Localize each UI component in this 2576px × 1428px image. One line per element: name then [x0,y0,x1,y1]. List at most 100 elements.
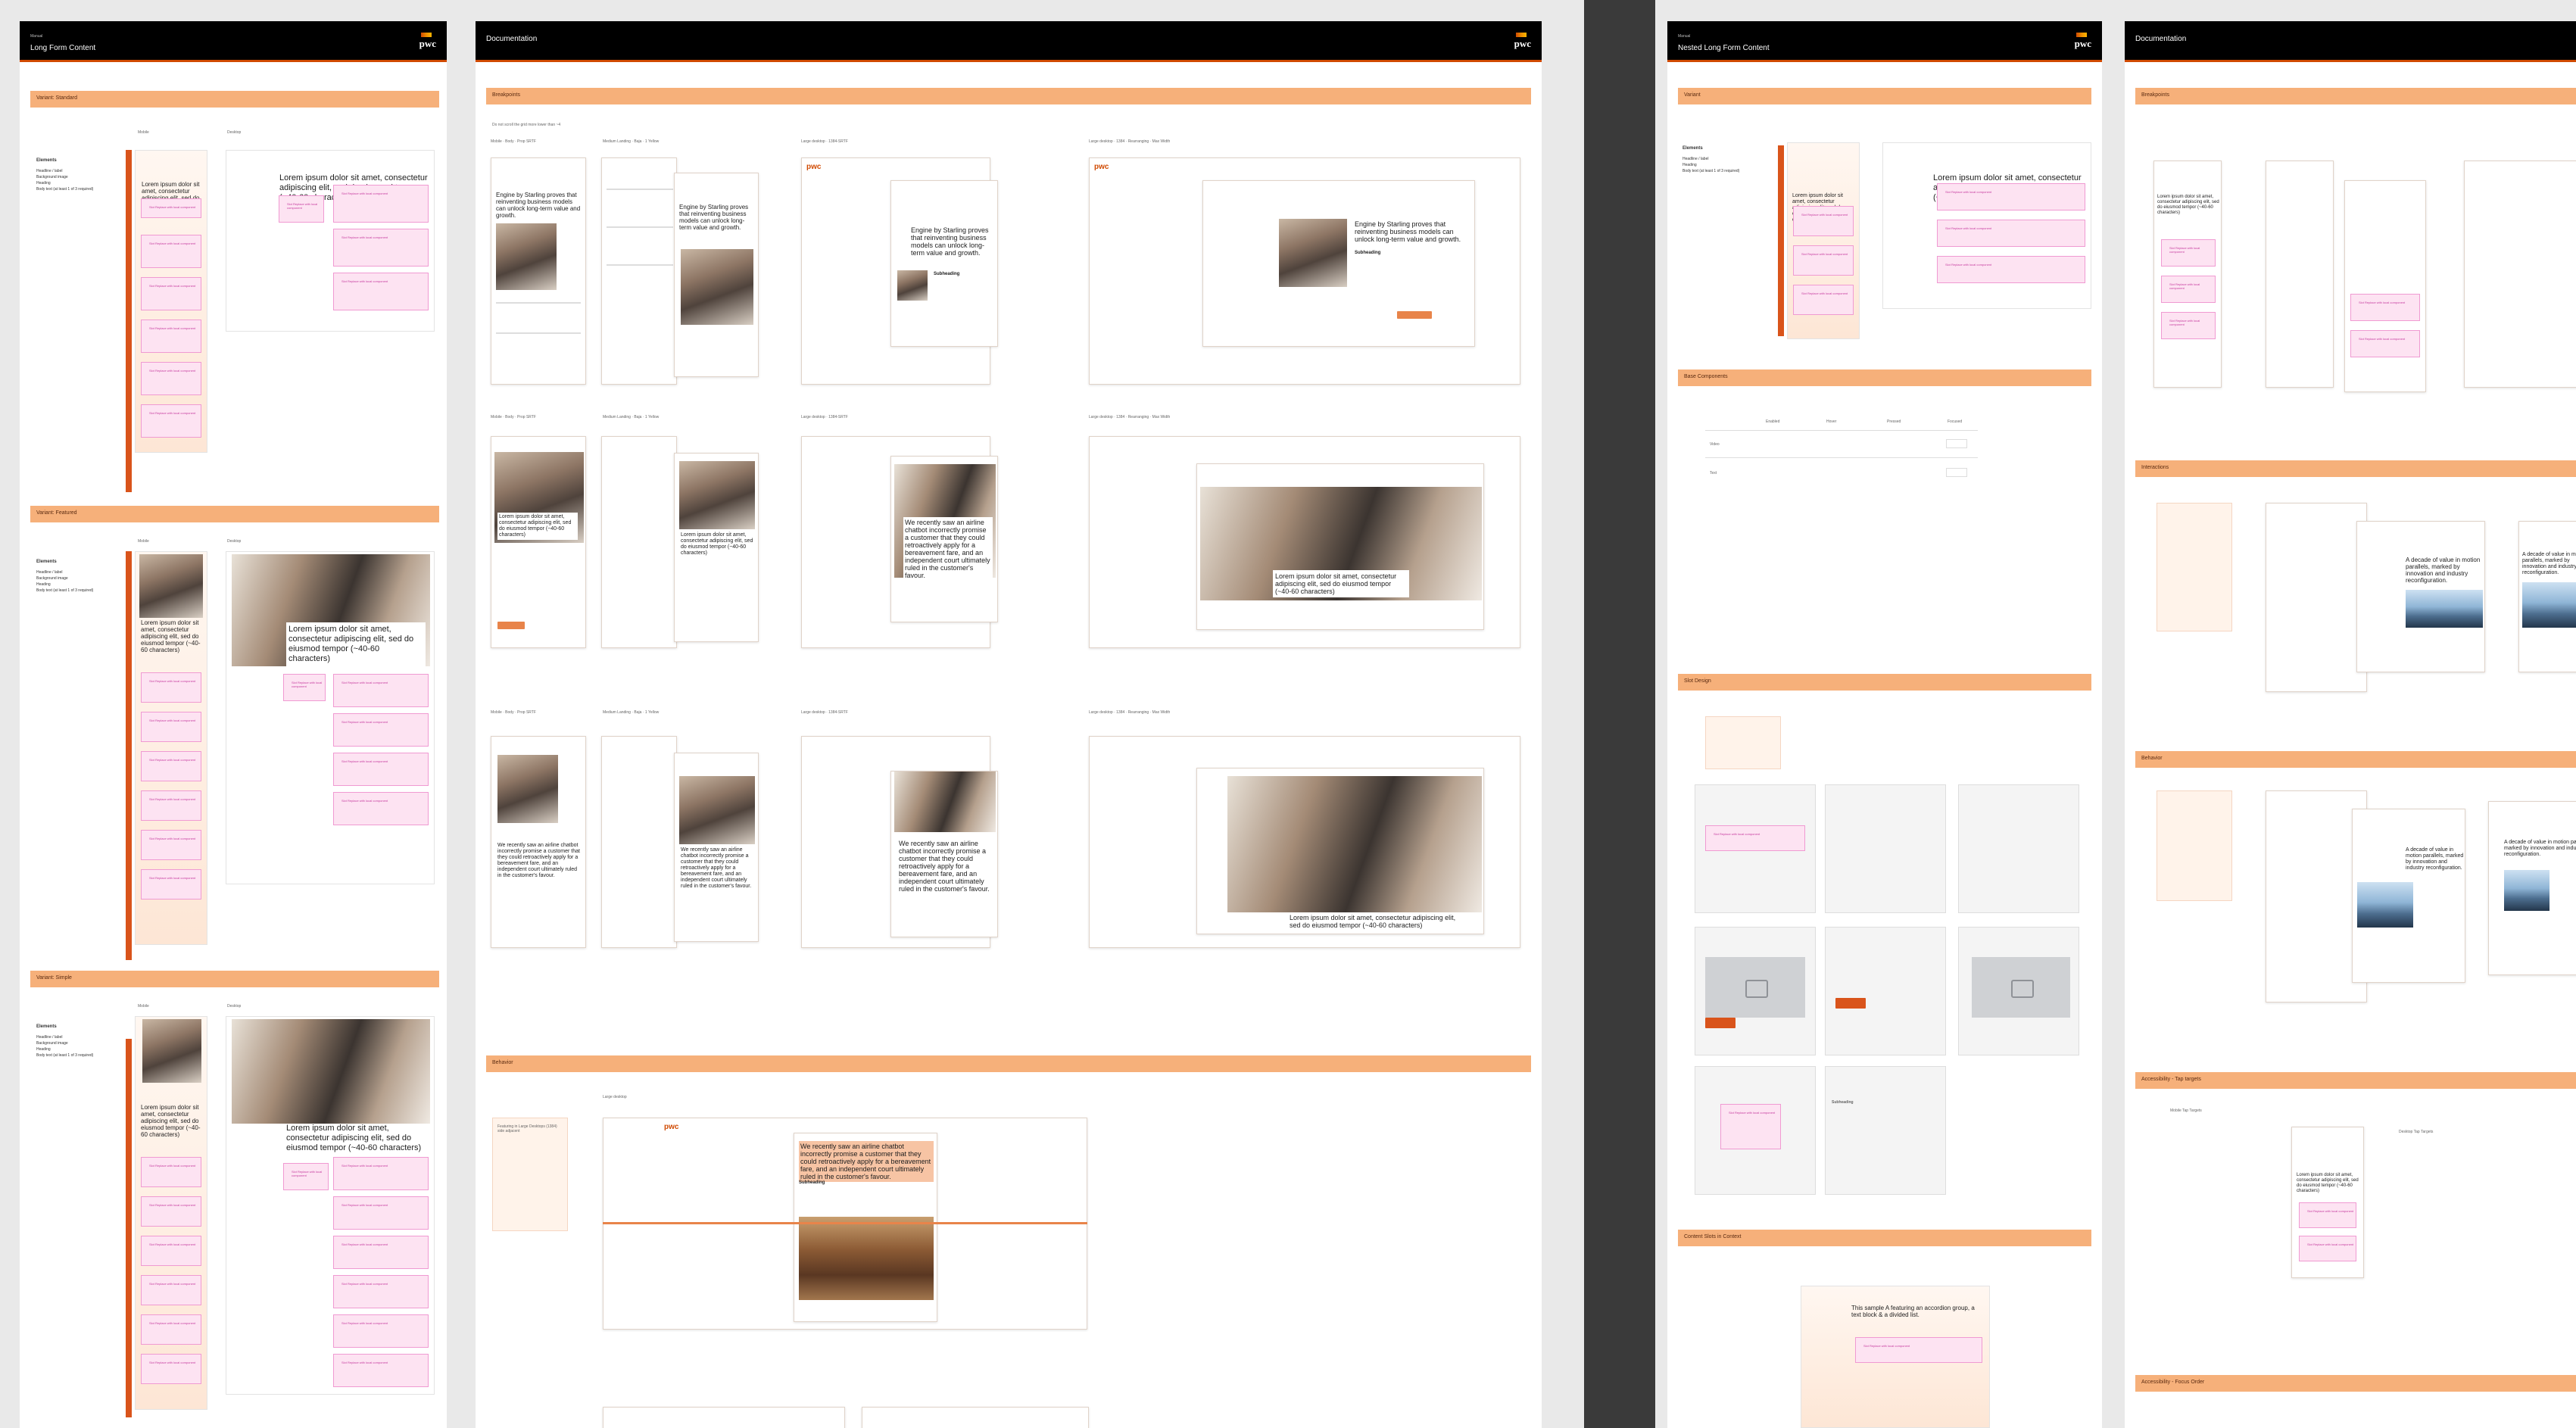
frame-header: Documentation [2125,21,2576,62]
section-band-base-components: Base Components [1678,369,2091,386]
sheet-headline: Lorem ipsum dolor sit amet, consectetur … [681,532,753,556]
primary-button[interactable] [1397,311,1432,319]
section-band-breakpoints: Breakpoints [486,88,1531,104]
mobile-sheet: We recently saw an airline chatbot incor… [491,736,586,948]
slot-placeholder [333,713,429,747]
breakpoint-note: Do not scroll the grid more lower than ~… [492,123,561,127]
slot-placeholder [279,195,324,223]
mobile-sheet: Lorem ipsum dolor sit amet, consectetur … [2153,161,2222,388]
elements-panel: Elements Headline / label Background ima… [36,157,120,192]
divider [496,332,581,334]
slot-placeholder [141,1354,201,1384]
slot-placeholder [2299,1236,2356,1261]
frame-nested-long-form-content: Manual Nested Long Form Content pwc Vari… [1667,21,2102,1428]
col-label-mobile: Mobile [138,1004,149,1009]
sheet-image [894,772,996,832]
slot-placeholder [333,1314,429,1348]
tablet-sheet [601,157,677,385]
focused-state-chip[interactable] [1946,439,1967,448]
divider [607,264,673,266]
behavior-note: Featuring in Large Desktops (1384) side … [492,1118,568,1231]
sheet-headline: Engine by Starling proves that reinventi… [1355,220,1461,243]
col-label-desktop: Desktop [227,130,242,135]
slot-placeholder [141,235,201,268]
slot-placeholder [141,404,201,438]
row-label: Text [1710,471,1717,475]
sheet-preview [603,1407,845,1428]
sheet-image [679,461,755,529]
section-title: Breakpoints [492,92,520,98]
element-item: Headline / label [36,1035,63,1040]
breakpoint-label: Medium Landing · Baja · 1 Yellow [603,139,660,144]
focused-state-chip[interactable] [1946,468,1967,477]
behavior-sheet: We recently saw an airline chatbot incor… [794,1133,937,1322]
pwc-logo: pwc [1094,163,1109,171]
sheet-headline: We recently saw an airline chatbot incor… [681,847,752,889]
sample-headline: Lorem ipsum dolor sit amet, consectetur … [286,1124,422,1152]
sheet-headline: Lorem ipsum dolor sit amet, consectetur … [2297,1173,2359,1193]
row-label: Video [1710,442,1720,447]
sheet-headline: Engine by Starling proves that reinventi… [496,192,581,219]
sheet-headline: A decade of value in motion parallels, m… [2406,557,2481,584]
col-label-mobile: Mobile [138,539,149,544]
sheet-headline: A decade of value in motion parallels, m… [2406,847,2464,871]
mobile-sheet: We recently saw an airline chatbot incor… [674,753,759,942]
section-title: Breakpoints [2141,92,2169,98]
slot-note [1705,716,1781,769]
pwc-logo: pwc [1514,33,1531,49]
frame-header: Manual Long Form Content pwc [20,21,447,62]
context-heading: This sample A featuring an accordion gro… [1851,1305,1975,1318]
section-title: Variant: Simple [36,975,72,981]
element-item: Headline / label [36,169,63,173]
breakpoint-label: Medium Landing · Baja · 1 Yellow [603,415,660,419]
slot-placeholder [2161,239,2216,267]
section-title: Behavior [492,1060,513,1065]
breakpoint-label: Large desktop · 1384 · Rearranging · Max… [1089,710,1171,715]
behavior-sheet: A decade of value in motion parallels, m… [2488,801,2576,975]
slot-placeholder [333,674,429,707]
section-band-variant: Variant [1678,88,2091,104]
slot-placeholder [333,1354,429,1387]
slot-placeholder [1937,256,2085,283]
sheet-image [1227,776,1482,912]
slot-placeholder [283,1163,329,1190]
section-band-slot-design: Slot Design [1678,674,2091,691]
breakpoint-label: Large desktop · 1384 · Rearranging · Max… [1089,415,1171,419]
section-band-interactions: Interactions [2135,460,2576,477]
slot-placeholder [141,751,201,781]
slot-placeholder [141,790,201,821]
section-title: Slot Design [1684,678,1711,684]
breakpoint-label: Mobile · Body · Prop SRTF [491,415,536,419]
slot-placeholder [141,1196,201,1227]
element-item: Heading [36,582,51,587]
elements-title: Elements [36,158,57,163]
elements-panel: Elements Headline / label Background ima… [36,1024,120,1059]
section-band-behavior: Behavior [2135,751,2576,768]
desktop-sheet [2464,161,2576,388]
tablet-sheet [601,436,677,648]
slot-placeholder [2350,330,2420,357]
primary-button[interactable] [1835,998,1866,1009]
slot-placeholder [1793,206,1854,236]
featured-image [232,1019,430,1124]
slot-placeholder [141,320,201,353]
primary-button[interactable] [497,622,525,629]
primary-button[interactable] [1705,1018,1736,1028]
element-item: Body text (at least 1 of 3 required) [1683,169,1740,173]
section-band-behavior: Behavior [486,1055,1531,1072]
sheet-headline: Lorem ipsum dolor sit amet, consectetur … [497,513,578,540]
section-title: Interactions [2141,465,2169,470]
breakpoint-label: Large desktop · 1384 · Rearranging · Max… [1089,139,1171,144]
slot-placeholder [141,830,201,860]
slot-card [1958,784,2079,913]
spacing-indicator [1778,145,1784,336]
element-item: Heading [1683,163,1697,167]
sample-headline: Lorem ipsum dolor sit amet, consectetur … [286,622,426,666]
breakpoint-label: Mobile · Body · Prop SRTF [491,139,536,144]
sheet-image [2357,882,2413,928]
slot-placeholder [1937,220,2085,247]
frame-title: Documentation [2135,35,2187,43]
slot-placeholder [333,1275,429,1308]
elements-panel: Elements Headline / label Background ima… [36,559,120,594]
large-sheet: Lorem ipsum dolor sit amet, consectetur … [1196,463,1484,630]
